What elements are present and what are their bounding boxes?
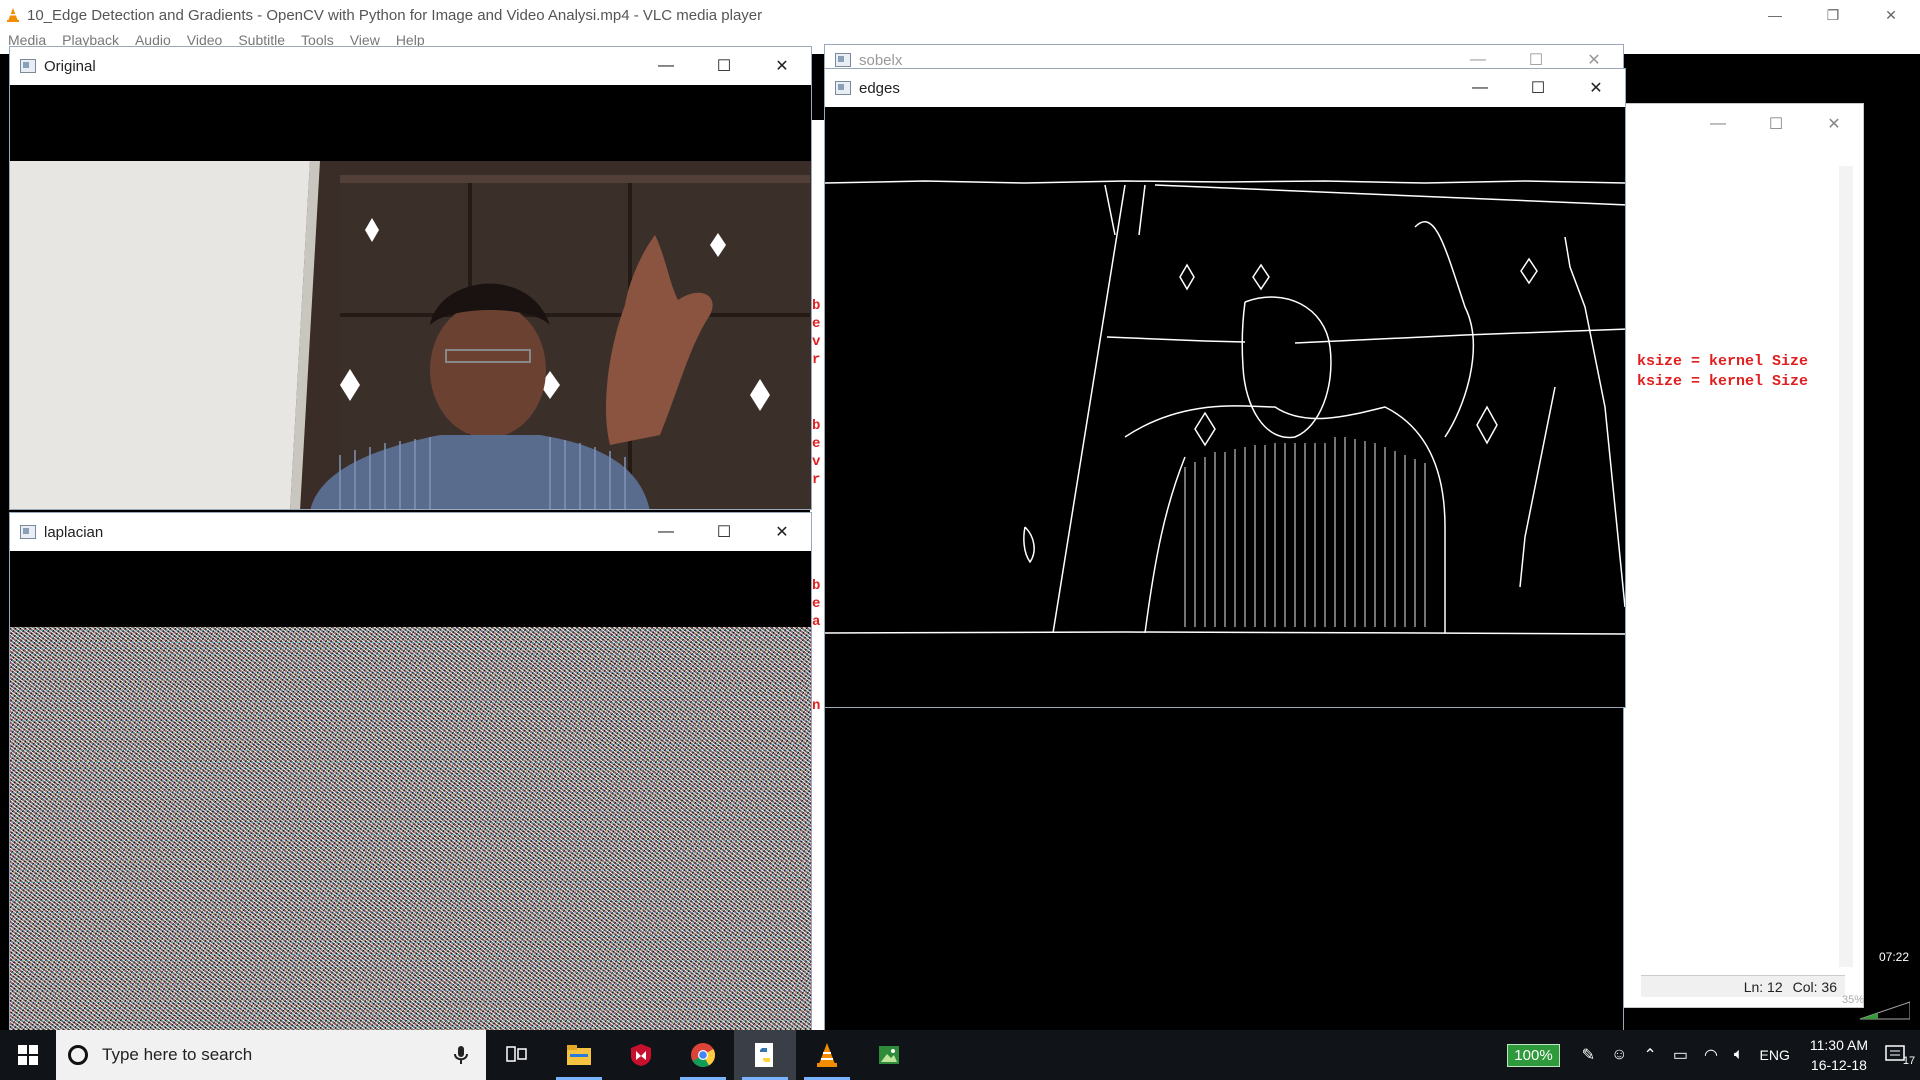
edges-image <box>825 107 1625 707</box>
window-icon <box>835 53 851 67</box>
editor-window: — ☐ ✕ ksize = kernel Size ksize = kernel … <box>1600 103 1864 1008</box>
mcafee-shield-icon <box>631 1044 651 1066</box>
editor-close-button[interactable]: ✕ <box>1805 104 1863 144</box>
vlc-title-bar: 10_Edge Detection and Gradients - OpenCV… <box>0 0 1920 30</box>
python-file-icon <box>755 1043 773 1067</box>
strip-char: e <box>812 596 821 612</box>
edges-canvas <box>825 107 1625 707</box>
window-icon <box>20 59 36 73</box>
editor-minimize-button[interactable]: — <box>1689 104 1747 144</box>
original-image <box>10 85 811 509</box>
notification-count: 17 <box>1902 1055 1916 1067</box>
strip-char: a <box>812 614 821 630</box>
window-icon <box>20 525 36 539</box>
laplacian-image <box>10 551 811 1031</box>
minimize-button[interactable]: — <box>637 47 695 85</box>
task-view-button[interactable] <box>486 1030 548 1080</box>
strip-char: n <box>812 698 821 714</box>
code-line: ksize = kernel Size <box>1637 353 1809 370</box>
wifi-icon[interactable]: ◠ <box>1704 1045 1718 1065</box>
chrome-icon <box>691 1043 716 1068</box>
editor-scrollbar[interactable] <box>1839 166 1853 967</box>
window-icon <box>835 81 851 95</box>
taskbar-search-box[interactable]: Type here to search <box>56 1030 486 1080</box>
window-title: sobelx <box>859 51 903 69</box>
status-line: Ln: 12 <box>1743 978 1783 995</box>
original-window: Original — ☐ ✕ <box>9 46 812 510</box>
editor-maximize-button[interactable]: ☐ <box>1747 104 1805 144</box>
microphone-icon[interactable] <box>450 1044 472 1066</box>
editor-status-bar: Ln: 12 Col: 36 <box>1641 975 1845 997</box>
minimize-button[interactable]: — <box>1451 69 1509 107</box>
vlc-close-button[interactable]: ✕ <box>1862 0 1920 30</box>
strip-char: e <box>812 436 821 452</box>
speaker-icon[interactable]: 🔈︎ <box>1734 1046 1744 1064</box>
maximize-button[interactable]: ☐ <box>695 47 753 85</box>
clock-time: 11:30 AM <box>1809 1037 1868 1053</box>
language-indicator[interactable]: ENG <box>1760 1047 1790 1063</box>
python-idle-button[interactable] <box>734 1030 796 1080</box>
edges-window: edges — ☐ ✕ <box>824 68 1626 708</box>
strip-char: v <box>812 454 821 470</box>
strip-char: b <box>812 578 821 594</box>
strip-char: r <box>812 352 821 368</box>
task-view-icon <box>506 1046 527 1062</box>
windows-logo-icon <box>18 1045 38 1065</box>
volume-level: 35% <box>1842 994 1865 1006</box>
window-title: edges <box>859 79 900 97</box>
volume-indicator[interactable]: 35% <box>1820 994 1911 1020</box>
strip-char: r <box>812 472 821 488</box>
start-button[interactable] <box>0 1030 56 1080</box>
window-title: laplacian <box>44 523 104 541</box>
vlc-window-title: 10_Edge Detection and Gradients - OpenCV… <box>27 6 763 24</box>
clock-date: 16-12-18 <box>1810 1057 1867 1073</box>
file-explorer-button[interactable] <box>548 1030 610 1080</box>
photo-app-icon <box>879 1046 899 1064</box>
volume-icon <box>1859 1001 1911 1020</box>
chevron-up-icon[interactable]: ⌃ <box>1643 1045 1656 1065</box>
search-placeholder: Type here to search <box>102 1045 253 1064</box>
laplacian-window: laplacian — ☐ ✕ <box>9 512 812 1032</box>
chrome-button[interactable] <box>672 1030 734 1080</box>
minimize-button[interactable]: — <box>637 513 695 551</box>
webcam-frame <box>10 85 811 509</box>
close-button[interactable]: ✕ <box>1567 69 1625 107</box>
maximize-button[interactable]: ☐ <box>695 513 753 551</box>
close-button[interactable]: ✕ <box>753 47 811 85</box>
vlc-cone-icon <box>817 1043 837 1067</box>
vlc-restore-button[interactable]: ❐ <box>1804 0 1862 30</box>
close-button[interactable]: ✕ <box>753 513 811 551</box>
strip-char: e <box>812 316 821 332</box>
playback-time: 07:22 <box>1878 950 1910 964</box>
vlc-cone-icon <box>7 8 19 22</box>
vlc-minimize-button[interactable]: — <box>1746 0 1804 30</box>
folder-icon <box>567 1045 591 1065</box>
action-center-button[interactable]: 17 <box>1880 1030 1920 1080</box>
strip-char: v <box>812 334 821 350</box>
photos-button[interactable] <box>858 1030 920 1080</box>
battery-percentage[interactable]: 100% <box>1507 1043 1560 1067</box>
window-title: Original <box>44 57 96 75</box>
system-tray: 100% ✎ ☺ ⌃ ▭ ◠ 🔈︎ ENG 11:30 AM 16-12-18 … <box>1507 1030 1920 1080</box>
maximize-button[interactable]: ☐ <box>1509 69 1567 107</box>
mcafee-button[interactable] <box>610 1030 672 1080</box>
battery-icon[interactable]: ▭ <box>1673 1045 1688 1065</box>
cortana-icon <box>68 1045 88 1065</box>
vlc-taskbar-button[interactable] <box>796 1030 858 1080</box>
background-code-strip: b e v r b e v r b e a n <box>810 120 824 1040</box>
taskbar-clock[interactable]: 11:30 AM 16-12-18 <box>1810 1035 1868 1075</box>
people-icon[interactable]: ☺ <box>1611 1046 1627 1064</box>
strip-char: b <box>812 418 821 434</box>
editor-code[interactable]: ksize = kernel Size ksize = kernel Size <box>1637 352 1808 392</box>
strip-char: b <box>812 298 821 314</box>
code-line: ksize = kernel Size <box>1637 373 1809 390</box>
status-column: Col: 36 <box>1792 978 1837 995</box>
taskbar: Type here to search 100% ✎ ☺ ⌃ ▭ ◠ 🔈︎ EN… <box>0 1030 1920 1080</box>
pen-icon[interactable]: ✎ <box>1582 1045 1595 1065</box>
